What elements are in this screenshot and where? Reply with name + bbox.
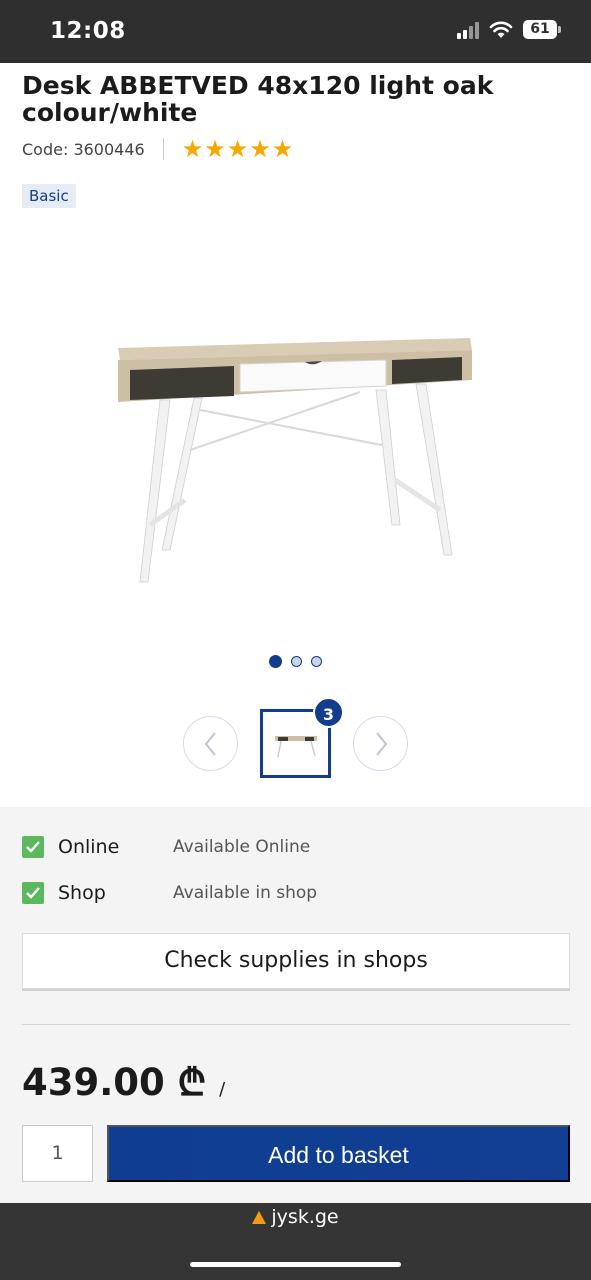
price-value: 439.00 ₾: [22, 1061, 207, 1104]
star-icon: ★: [181, 135, 204, 163]
checkmark-icon: [22, 836, 44, 858]
url-display[interactable]: jysk.ge: [0, 1206, 591, 1228]
product-title: Desk ABBETVED 48x120 light oak colour/wh…: [22, 71, 494, 127]
status-bar: 12:08 61: [0, 0, 591, 63]
cellular-signal-icon: [457, 21, 479, 39]
status-time: 12:08: [50, 18, 126, 44]
availability-label: Shop: [58, 882, 106, 904]
quantity-input[interactable]: 1: [22, 1125, 93, 1182]
section-divider: [22, 1024, 570, 1025]
gallery-dot-1[interactable]: [269, 655, 282, 668]
add-to-basket-button[interactable]: Add to basket: [107, 1125, 570, 1182]
checkmark-icon: [22, 882, 44, 904]
chevron-right-icon: [375, 731, 387, 756]
availability-label: Online: [58, 836, 120, 858]
home-indicator[interactable]: [190, 1262, 401, 1267]
check-supplies-button[interactable]: Check supplies in shops: [22, 933, 570, 989]
battery-level: 61: [523, 20, 557, 39]
battery-icon: 61: [523, 20, 561, 39]
product-price: 439.00 ₾ /: [22, 1055, 225, 1106]
star-icon: ★: [226, 135, 249, 163]
star-icon: ★: [249, 135, 271, 163]
product-badge: Basic: [22, 184, 76, 208]
thumbnail-count-badge: 3: [313, 697, 344, 728]
availability-row-shop: Shop Available in shop: [22, 881, 562, 905]
gallery-prev-button[interactable]: [183, 716, 238, 771]
price-unit: /: [219, 1079, 226, 1100]
gallery-dot-3[interactable]: [311, 656, 322, 667]
product-code: Code: 3600446: [22, 139, 145, 159]
url-text: jysk.ge: [271, 1206, 339, 1228]
product-meta: Code: 3600446 ★ ★ ★ ★ ★: [22, 137, 293, 161]
availability-status: Available in shop: [173, 883, 318, 903]
status-icons: 61: [457, 20, 561, 39]
gallery-dot-2[interactable]: [291, 656, 302, 667]
gallery-next-button[interactable]: [353, 716, 408, 771]
meta-divider: [162, 138, 164, 160]
availability-status: Available Online: [173, 837, 311, 857]
chevron-left-icon: [204, 731, 216, 756]
star-icon: ★: [271, 135, 294, 163]
desk-product-image[interactable]: [100, 320, 490, 590]
star-icon: ★: [204, 135, 226, 163]
warning-icon: [252, 1211, 267, 1224]
wifi-icon: [489, 21, 513, 38]
availability-row-online: Online Available Online: [22, 835, 562, 859]
gallery-pagination: [0, 655, 591, 668]
rating-stars[interactable]: ★ ★ ★ ★ ★: [182, 137, 294, 161]
